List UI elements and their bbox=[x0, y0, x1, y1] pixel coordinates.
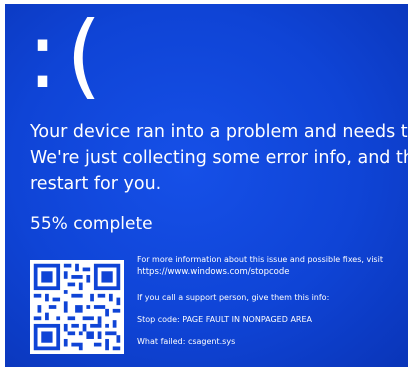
stop-code: Stop code: PAGE FAULT IN NONPAGED AREA bbox=[137, 315, 312, 324]
sad-face: :( bbox=[27, 4, 110, 109]
error-message: Your device ran into a problem and needs… bbox=[30, 119, 408, 197]
qr-code bbox=[30, 260, 124, 354]
progress-text: 55% complete bbox=[30, 214, 153, 234]
qr-code-icon bbox=[30, 260, 124, 354]
bsod-screen: :( Your device ran into a problem and ne… bbox=[5, 4, 408, 367]
error-message-line-2: We're just collecting some error info, a… bbox=[30, 148, 408, 168]
what-failed: What failed: csagent.sys bbox=[137, 337, 236, 346]
support-note: If you call a support person, give them … bbox=[137, 293, 330, 302]
stopcode-info: For more information about this issue an… bbox=[137, 254, 407, 348]
more-info-text: For more information about this issue an… bbox=[137, 255, 383, 264]
stopcode-link[interactable]: https://www.windows.com/stopcode bbox=[137, 266, 407, 278]
error-message-line-1: Your device ran into a problem and needs… bbox=[30, 122, 408, 142]
error-message-line-3: restart for you. bbox=[30, 174, 162, 194]
